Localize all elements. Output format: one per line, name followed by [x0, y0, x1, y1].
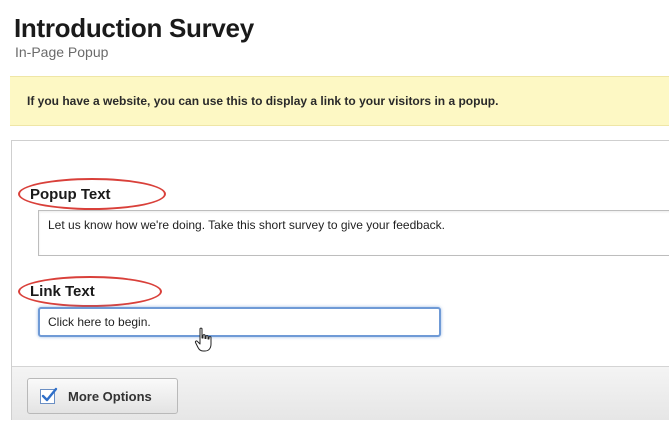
more-options-button[interactable]: More Options	[27, 378, 178, 414]
checkmark-icon	[41, 387, 58, 402]
more-options-checkbox[interactable]	[40, 387, 58, 404]
link-text-field[interactable]	[38, 307, 441, 337]
survey-settings-page: Introduction Survey In-Page Popup If you…	[0, 0, 669, 425]
link-text-label: Link Text	[30, 283, 95, 300]
popup-text-field[interactable]: Let us know how we're doing. Take this s…	[38, 210, 669, 256]
info-notice: If you have a website, you can use this …	[10, 76, 669, 126]
page-title: Introduction Survey	[14, 13, 254, 43]
hand-pointer-icon	[194, 327, 212, 352]
info-notice-text: If you have a website, you can use this …	[27, 94, 499, 108]
page-subtitle: In-Page Popup	[15, 44, 109, 60]
popup-text-label: Popup Text	[30, 186, 111, 203]
more-options-label: More Options	[68, 389, 152, 404]
